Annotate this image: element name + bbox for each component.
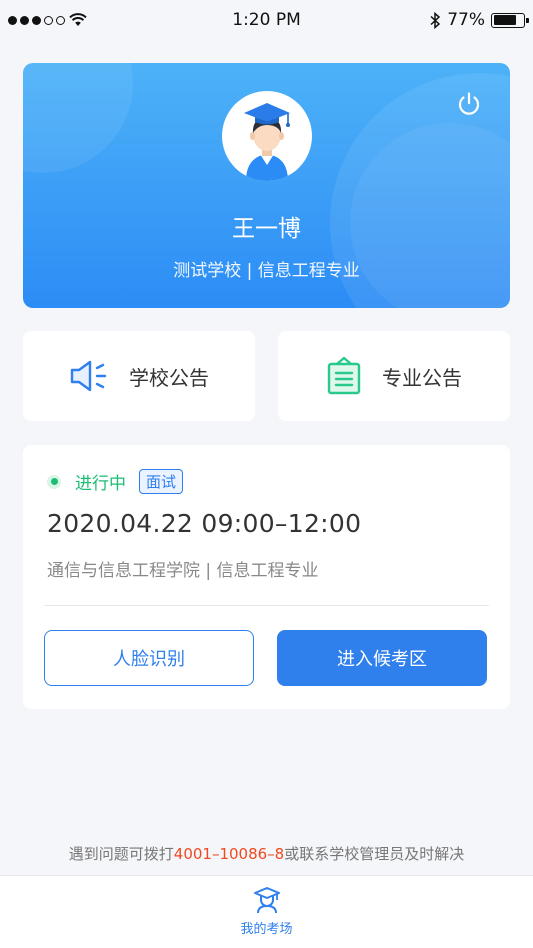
graduate-tab-icon xyxy=(253,887,280,914)
major-notice-button[interactable]: 专业公告 xyxy=(278,331,510,421)
tab-my-exam-label: 我的考场 xyxy=(240,922,293,937)
exam-status: 进行中 xyxy=(75,474,126,494)
exam-type-tag: 面试 xyxy=(139,469,184,494)
exam-college-major: 通信与信息工程学院 | 信息工程专业 xyxy=(47,561,319,581)
major-notice-label: 专业公告 xyxy=(382,365,462,390)
bluetooth-icon xyxy=(430,11,441,29)
avatar xyxy=(222,91,312,181)
signal-wifi-group xyxy=(8,13,87,27)
battery-group: 77% xyxy=(430,10,529,30)
help-suffix: 或联系学校管理员及时解决 xyxy=(284,845,465,863)
battery-level-fill xyxy=(493,15,516,25)
signal-strength-icon xyxy=(8,15,65,25)
profile-card: 王一博 测试学校 | 信息工程专业 xyxy=(23,63,510,308)
exam-datetime: 2020.04.22 09:00–12:00 xyxy=(47,509,362,538)
student-name: 王一博 xyxy=(232,216,301,242)
battery-percent: 77% xyxy=(447,10,485,30)
decor-circle xyxy=(23,63,133,173)
help-prefix: 遇到问题可拨打 xyxy=(68,845,174,863)
school-notice-label: 学校公告 xyxy=(129,365,209,390)
megaphone-icon xyxy=(70,360,107,392)
school-notice-button[interactable]: 学校公告 xyxy=(23,331,255,421)
graduate-avatar-icon xyxy=(244,103,290,181)
help-text: 遇到问题可拨打4001–10086–8或联系学校管理员及时解决 xyxy=(0,843,533,864)
wifi-icon xyxy=(69,13,87,26)
tab-bar: 我的考场 xyxy=(0,875,533,948)
power-logout-icon[interactable] xyxy=(456,91,482,117)
battery-icon xyxy=(491,12,529,28)
status-bar: 1:20 PM 77% xyxy=(0,0,533,40)
enter-waiting-room-button[interactable]: 进入候考区 xyxy=(277,630,487,686)
face-recognition-button[interactable]: 人脸识别 xyxy=(44,630,254,686)
exam-card: 进行中 面试 2020.04.22 09:00–12:00 通信与信息工程学院 … xyxy=(23,445,510,709)
school-major: 测试学校 | 信息工程专业 xyxy=(173,261,360,281)
tab-my-exam[interactable]: 我的考场 xyxy=(0,886,533,937)
help-phone[interactable]: 4001–10086–8 xyxy=(174,845,284,863)
divider xyxy=(44,605,489,606)
clipboard-icon xyxy=(327,356,361,395)
status-dot-icon xyxy=(47,474,61,489)
exam-status-row: 进行中 面试 xyxy=(47,469,184,494)
